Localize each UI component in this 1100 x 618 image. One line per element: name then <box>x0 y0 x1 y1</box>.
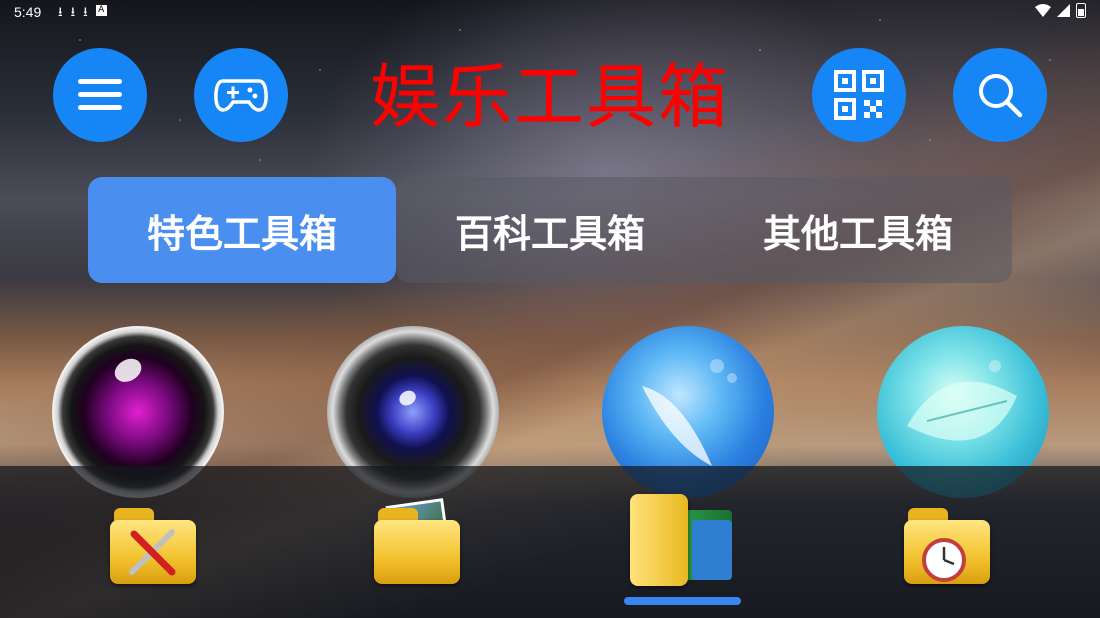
menu-icon <box>78 79 122 110</box>
system-icons <box>1035 3 1086 18</box>
search-icon <box>979 74 1023 118</box>
nav-photos[interactable] <box>374 498 464 584</box>
lens-highlight <box>110 354 145 387</box>
nav-documents[interactable] <box>630 490 740 590</box>
active-tab-indicator <box>624 597 741 605</box>
wrench-screwdriver-icon <box>129 529 176 576</box>
qr-scan-button[interactable] <box>812 48 906 142</box>
search-button[interactable] <box>953 48 1047 142</box>
category-tabs: 特色工具箱 百科工具箱 其他工具箱 <box>88 177 1012 283</box>
folder-documents-icon <box>630 494 688 586</box>
app-title: 娱乐工具箱 <box>370 56 730 138</box>
tab-encyclopedia[interactable]: 百科工具箱 <box>396 177 704 283</box>
download-icon: ⭳ <box>83 5 88 20</box>
tab-featured[interactable]: 特色工具箱 <box>88 177 396 283</box>
folder-tools-icon <box>110 520 196 584</box>
a-icon: A <box>95 5 107 16</box>
signal-icon <box>1057 4 1070 17</box>
download-icon: ⭳ <box>70 5 76 20</box>
battery-icon <box>1076 3 1086 18</box>
gamepad-icon <box>214 79 268 112</box>
nav-history[interactable] <box>904 500 994 584</box>
download-icon: ⭳ <box>58 5 63 20</box>
folder-photos-icon <box>374 520 460 584</box>
nav-tools[interactable] <box>110 500 200 584</box>
lens-highlight <box>396 387 419 409</box>
status-bar: 5:49 ⭳ ⭳ ⭳ A <box>0 0 1100 26</box>
game-button[interactable] <box>194 48 288 142</box>
folder-clock-icon <box>904 520 990 584</box>
tab-other[interactable]: 其他工具箱 <box>704 177 1012 283</box>
qr-code-icon <box>834 70 884 120</box>
menu-button[interactable] <box>53 48 147 142</box>
status-time: 5:49 <box>14 4 42 20</box>
notification-icons: ⭳ ⭳ ⭳ A <box>58 3 107 25</box>
wifi-icon <box>1035 4 1051 17</box>
clock-icon <box>922 538 966 582</box>
blue-sheet <box>692 520 732 580</box>
